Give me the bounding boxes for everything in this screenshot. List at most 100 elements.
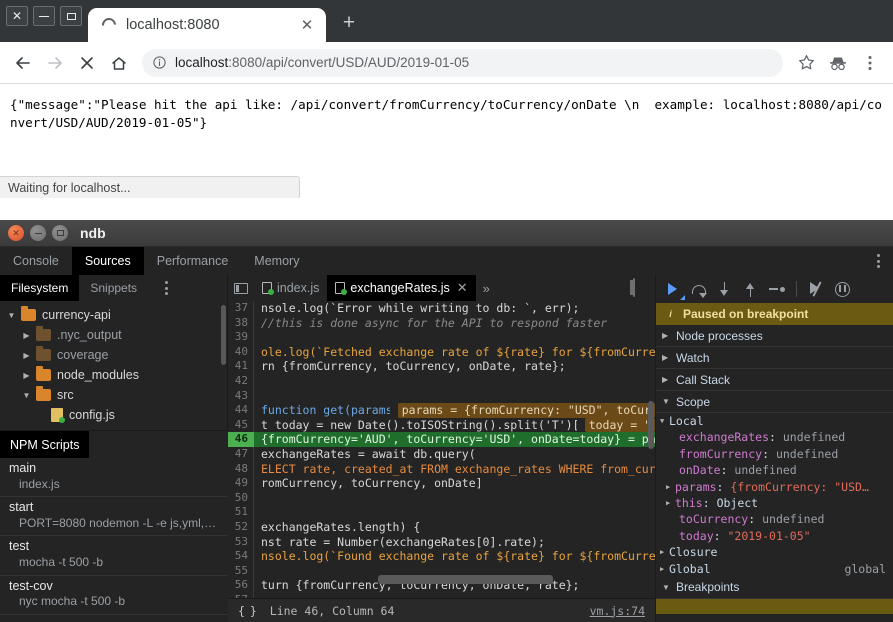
step-button[interactable] [768, 281, 785, 298]
editor-tab-exchangeRates-js[interactable]: exchangeRates.js ✕ [327, 275, 476, 301]
show-navigator-button[interactable] [228, 275, 254, 301]
tab-memory[interactable]: Memory [241, 247, 312, 275]
pretty-print-button[interactable]: { } [238, 604, 257, 618]
line-number[interactable]: 39 [228, 330, 254, 345]
line-number[interactable]: 44 [228, 403, 254, 418]
scope-variable-this[interactable]: ▶ this: Object [656, 495, 893, 511]
code-line[interactable]: 52 exchangeRates.length) { [228, 519, 655, 535]
chevron-right-icon[interactable] [20, 351, 33, 360]
step-out-of-current-function-button[interactable] [742, 281, 759, 298]
stop-loading-button[interactable] [72, 48, 102, 78]
incognito-icon[interactable] [823, 48, 853, 78]
window-maximize-button[interactable] [60, 6, 82, 26]
debugger-section-watch[interactable]: ▶ Watch [656, 347, 893, 369]
code-line[interactable]: 41 rn {fromCurrency, toCurrency, onDate, … [228, 359, 655, 374]
scope-variable-params[interactable]: ▶ params: {fromCurrency: "USD… [656, 479, 893, 495]
chevron-right-icon[interactable]: ▶ [660, 561, 669, 577]
scope-variable-exchangeRates[interactable]: exchangeRates: undefined [656, 429, 893, 445]
line-number[interactable]: 40 [228, 344, 254, 360]
code-line[interactable]: 57 [228, 592, 655, 598]
line-number[interactable]: 38 [228, 315, 254, 331]
forward-button[interactable] [40, 48, 70, 78]
scope-variable-onDate[interactable]: onDate: undefined [656, 462, 893, 478]
tree-item-src[interactable]: src [0, 385, 227, 405]
code-line[interactable]: 48 ELECT rate, created_at FROM exchange_r… [228, 461, 655, 477]
npm-scripts-title[interactable]: NPM Scripts [0, 431, 90, 458]
code-editor[interactable]: 37 nsole.log(`Error while writing to db: … [228, 301, 655, 598]
line-number[interactable]: 51 [228, 505, 254, 520]
chevron-down-icon[interactable] [20, 391, 33, 400]
deactivate-breakpoints-button[interactable] [808, 281, 825, 298]
window-close-button[interactable]: ✕ [6, 6, 28, 26]
tree-item-currency-api[interactable]: currency-api [0, 305, 227, 325]
chevron-right-icon[interactable] [20, 371, 33, 380]
line-number[interactable]: 49 [228, 476, 254, 491]
code-line[interactable]: 42 [228, 373, 655, 389]
line-number[interactable]: 56 [228, 578, 254, 593]
bookmark-star-icon[interactable] [791, 48, 821, 78]
code-line[interactable]: 44 function get(params) {params = {fromCu… [228, 403, 655, 418]
code-line[interactable]: 51 [228, 505, 655, 520]
show-debugger-button[interactable] [633, 278, 651, 297]
chevron-right-icon[interactable]: ▶ [660, 544, 669, 560]
devtools-more-menu-icon[interactable] [869, 247, 887, 275]
tree-item-coverage[interactable]: coverage [0, 345, 227, 365]
code-line[interactable]: 53 nst rate = Number(exchangeRates[0].rat… [228, 534, 655, 550]
chevron-right-icon[interactable] [20, 331, 33, 340]
tree-item-config-js[interactable]: config.js [0, 405, 227, 425]
code-line[interactable]: 54 nsole.log(`Found exchange rate of ${ra… [228, 549, 655, 564]
ndb-minimize-button[interactable] [30, 225, 46, 241]
npm-script-test-cov[interactable]: test-cov nyc mocha -t 500 -b [0, 576, 228, 615]
chevron-right-icon[interactable]: ▶ [666, 479, 675, 495]
scope-variable-today[interactable]: today: "2019-01-05" [656, 528, 893, 544]
navigator-more-menu-icon[interactable] [159, 275, 173, 301]
line-number[interactable]: 43 [228, 388, 254, 404]
debugger-section-scope[interactable]: ▼ Scope [656, 391, 893, 413]
ndb-maximize-button[interactable] [52, 225, 68, 241]
npm-script-main[interactable]: main index.js [0, 458, 228, 498]
code-horizontal-scrollbar[interactable] [378, 575, 553, 584]
tab-performance[interactable]: Performance [144, 247, 242, 275]
line-number[interactable]: 50 [228, 490, 254, 506]
tab-sources[interactable]: Sources [71, 247, 144, 275]
scope-variable-fromCurrency[interactable]: fromCurrency: undefined [656, 446, 893, 462]
scope-closure-row[interactable]: ▶ Closure [656, 544, 893, 560]
page-info-icon[interactable] [152, 55, 167, 70]
code-line[interactable]: 39 [228, 330, 655, 345]
code-line[interactable]: 37 nsole.log(`Error while writing to db: … [228, 301, 655, 316]
code-vertical-scrollbar[interactable] [648, 401, 654, 449]
line-number[interactable]: 53 [228, 534, 254, 550]
vm-source-link[interactable]: vm.js:74 [590, 604, 645, 618]
tree-item-node-modules[interactable]: node_modules [0, 365, 227, 385]
code-line[interactable]: 38 //this is done async for the API to re… [228, 315, 655, 331]
chevron-down-icon[interactable]: ▼ [660, 413, 669, 429]
npm-script-test[interactable]: test mocha -t 500 -b [0, 536, 228, 576]
code-line[interactable]: 43 [228, 388, 655, 404]
line-number[interactable]: 45 [228, 417, 254, 433]
scope-variable-toCurrency[interactable]: toCurrency: undefined [656, 511, 893, 527]
chevron-down-icon[interactable] [5, 311, 18, 320]
scope-global-row[interactable]: ▶ Global global [656, 561, 893, 577]
line-number[interactable]: 41 [228, 359, 254, 374]
tab-console[interactable]: Console [0, 247, 72, 275]
debugger-section-call-stack[interactable]: ▶ Call Stack [656, 369, 893, 391]
code-line[interactable]: 49 romCurrency, toCurrency, onDate] [228, 476, 655, 491]
debugger-section-node-processes[interactable]: ▶ Node processes [656, 325, 893, 347]
navigator-tab-snippets[interactable]: Snippets [79, 275, 148, 301]
line-number[interactable]: 52 [228, 519, 254, 535]
code-line[interactable]: 47 exchangeRates = await db.query( [228, 446, 655, 462]
step-into-next-function-call-button[interactable] [716, 281, 733, 298]
tab-close-icon[interactable]: ✕ [298, 16, 316, 34]
browser-tab[interactable]: localhost:8080 ✕ [88, 8, 326, 42]
npm-script-start[interactable]: start PORT=8080 nodemon -L -e js,yml,… [0, 497, 228, 537]
pause-on-exceptions-button[interactable] [834, 281, 851, 298]
file-tree-scrollbar[interactable] [221, 305, 226, 365]
back-button[interactable] [8, 48, 38, 78]
step-over-next-function-call-button[interactable] [690, 281, 707, 298]
window-minimize-button[interactable] [33, 6, 55, 26]
new-tab-button[interactable]: + [336, 10, 362, 36]
resume-script-execution-button[interactable] [664, 281, 685, 300]
tree-item-nyc-output[interactable]: .nyc_output [0, 325, 227, 345]
line-number[interactable]: 57 [228, 592, 254, 598]
line-number[interactable]: 46 [228, 432, 254, 447]
